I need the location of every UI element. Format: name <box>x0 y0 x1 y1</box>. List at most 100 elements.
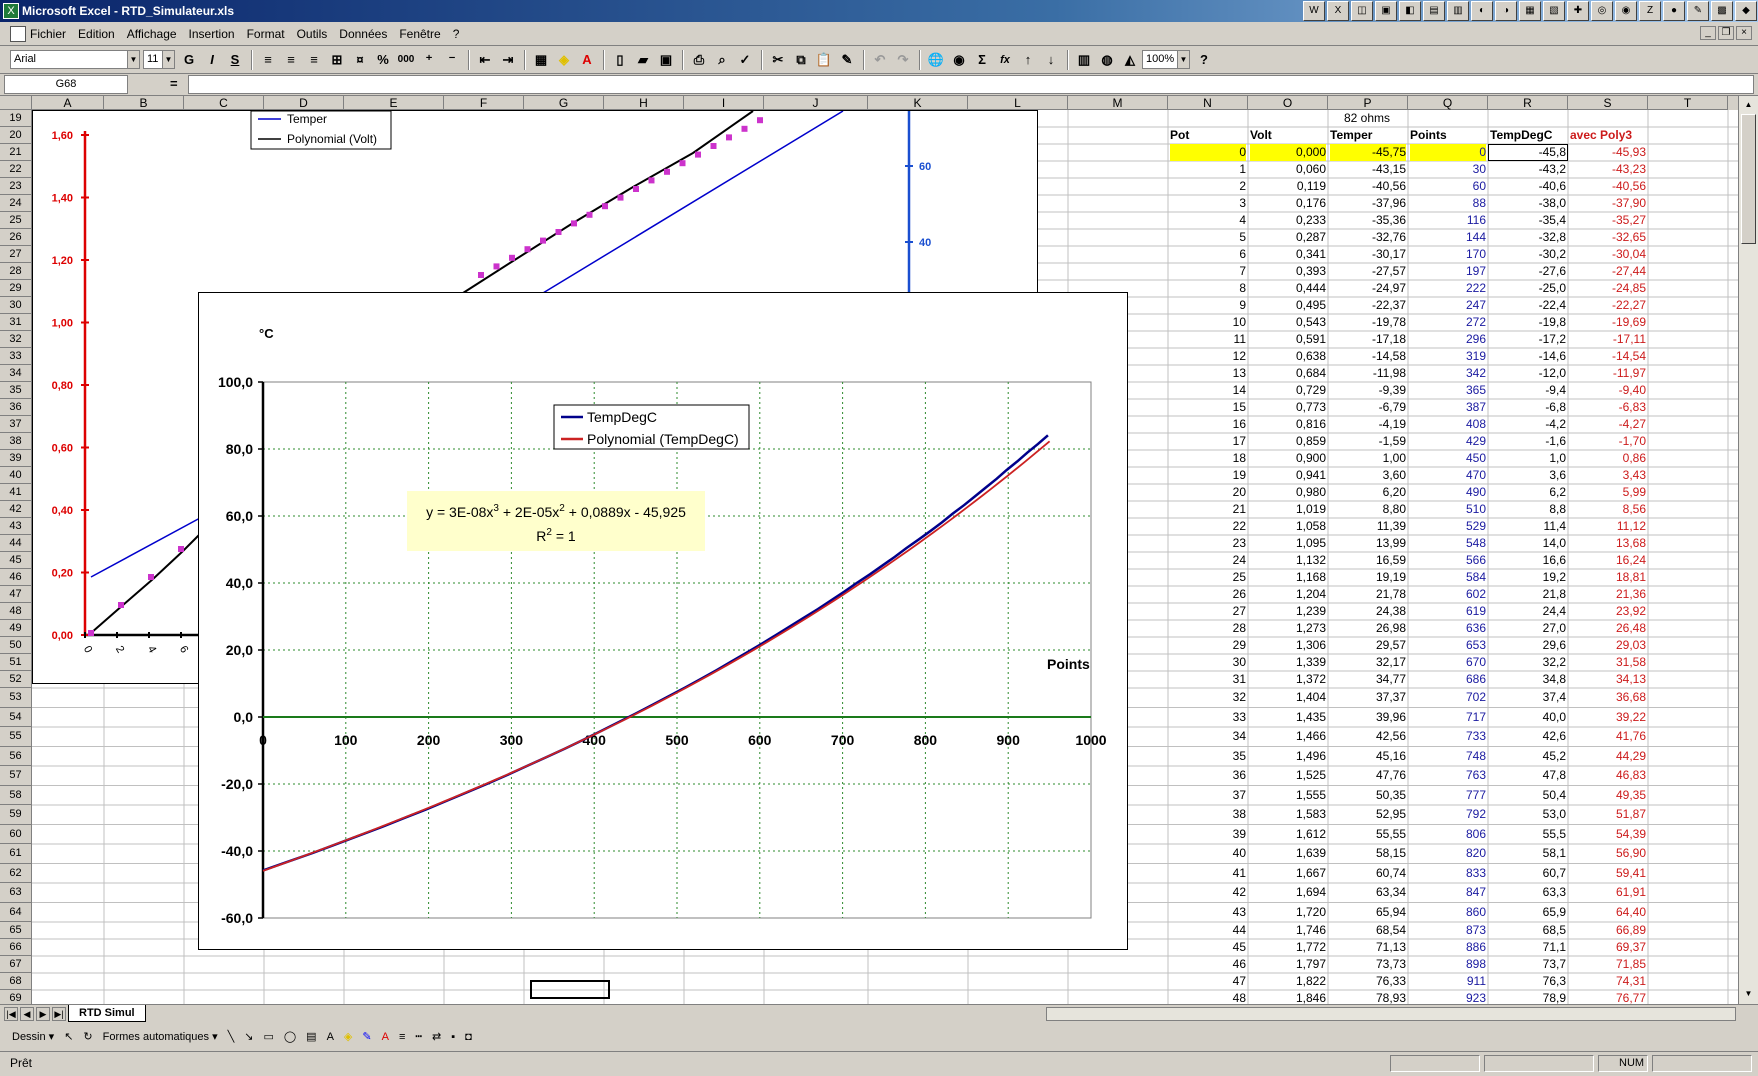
italic-button[interactable]: I <box>201 49 223 71</box>
app-icon[interactable]: ▧ <box>1543 1 1565 21</box>
row-header[interactable]: 67 <box>0 956 32 973</box>
web-toolbar-icon[interactable]: ◉ <box>948 49 970 71</box>
dash-style-icon[interactable]: ┅ <box>415 1030 422 1043</box>
column-header[interactable]: R <box>1488 96 1568 110</box>
row-header[interactable]: 68 <box>0 973 32 990</box>
merge-center-icon[interactable]: ⊞ <box>326 49 348 71</box>
app-icon[interactable]: ▦ <box>1519 1 1541 21</box>
column-header[interactable]: D <box>264 96 344 110</box>
app-icon[interactable]: ◉ <box>1615 1 1637 21</box>
formula-input[interactable] <box>188 75 1754 94</box>
excel-icon[interactable]: X <box>1327 1 1349 21</box>
arrow-style-icon[interactable]: ⇄ <box>432 1030 441 1043</box>
menu-item[interactable]: Fenêtre <box>399 27 440 41</box>
first-sheet-icon[interactable]: |◀ <box>4 1007 18 1021</box>
menu-item[interactable]: Outils <box>297 27 328 41</box>
menu-item[interactable]: ? <box>453 27 460 41</box>
minimize-icon[interactable]: _ <box>1700 26 1716 40</box>
row-header[interactable]: 62 <box>0 863 32 883</box>
formula-equals[interactable]: = <box>170 76 178 91</box>
word-icon[interactable]: W <box>1303 1 1325 21</box>
app-icon[interactable]: ◧ <box>1399 1 1421 21</box>
menu-item[interactable]: Format <box>247 27 285 41</box>
map-icon[interactable]: ◍ <box>1096 49 1118 71</box>
textbox-icon[interactable]: ▤ <box>306 1030 316 1043</box>
row-header[interactable]: 42 <box>0 501 32 518</box>
excel-icon[interactable]: X <box>3 3 19 19</box>
zoom-select[interactable]: 100% ▼ <box>1142 50 1190 69</box>
rotate-icon[interactable]: ↻ <box>83 1030 92 1043</box>
column-header[interactable]: S <box>1568 96 1648 110</box>
fill-color-icon[interactable]: ◈ <box>344 1030 352 1043</box>
app-icon[interactable]: ▣ <box>1375 1 1397 21</box>
column-header[interactable]: A <box>32 96 104 110</box>
scroll-thumb[interactable] <box>1741 114 1756 244</box>
format-painter-icon[interactable]: ✎ <box>836 49 858 71</box>
menu-item[interactable]: Affichage <box>127 27 177 41</box>
menu-item[interactable]: Données <box>339 27 387 41</box>
app-icon[interactable]: ◆ <box>1735 1 1757 21</box>
prev-sheet-icon[interactable]: ◀ <box>20 1007 34 1021</box>
align-right-icon[interactable]: ≡ <box>303 49 325 71</box>
hyperlink-icon[interactable]: 🌐 <box>925 49 947 71</box>
row-header[interactable]: 26 <box>0 229 32 246</box>
app-icon[interactable]: ◎ <box>1591 1 1613 21</box>
row-header[interactable]: 56 <box>0 746 32 766</box>
corner-select[interactable] <box>0 96 32 110</box>
copy-icon[interactable]: ⧉ <box>790 49 812 71</box>
restore-icon[interactable]: ❐ <box>1718 26 1734 40</box>
close-icon[interactable]: × <box>1736 26 1752 40</box>
row-header[interactable]: 66 <box>0 939 32 956</box>
sort-descending-icon[interactable]: ↓ <box>1040 49 1062 71</box>
row-header[interactable]: 33 <box>0 348 32 365</box>
row-header[interactable]: 43 <box>0 518 32 535</box>
row-header[interactable]: 46 <box>0 569 32 586</box>
row-header[interactable]: 57 <box>0 766 32 786</box>
select-arrow-icon[interactable]: ↖ <box>64 1030 73 1043</box>
autoshapes-menu[interactable]: Formes automatiques ▾ <box>103 1030 218 1043</box>
chevron-down-icon[interactable]: ▼ <box>1177 51 1189 68</box>
chart-tempdegc[interactable]: 100,080,060,040,020,00,0-20,0-40,0-60,00… <box>198 292 1128 950</box>
open-folder-icon[interactable]: ▰ <box>632 49 654 71</box>
row-header[interactable]: 23 <box>0 178 32 195</box>
help-icon[interactable]: ? <box>1193 49 1215 71</box>
row-header[interactable]: 35 <box>0 382 32 399</box>
autosum-button[interactable]: Σ <box>971 49 993 71</box>
column-header[interactable]: K <box>868 96 968 110</box>
row-header[interactable]: 38 <box>0 433 32 450</box>
column-header[interactable]: J <box>764 96 868 110</box>
row-header[interactable]: 63 <box>0 883 32 903</box>
currency-icon[interactable]: ¤ <box>349 49 371 71</box>
column-header[interactable]: E <box>344 96 444 110</box>
column-header[interactable]: F <box>444 96 524 110</box>
align-left-icon[interactable]: ≡ <box>257 49 279 71</box>
name-box[interactable]: G68 <box>4 75 128 94</box>
paste-icon[interactable]: 📋 <box>813 49 835 71</box>
app-icon[interactable]: ◐ <box>1471 1 1493 21</box>
dessin-menu[interactable]: Dessin ▾ <box>12 1030 54 1043</box>
row-header[interactable]: 45 <box>0 552 32 569</box>
row-header[interactable]: 37 <box>0 416 32 433</box>
app-icon[interactable]: ▥ <box>1447 1 1469 21</box>
borders-icon[interactable]: ▦ <box>530 49 552 71</box>
indent-icon[interactable]: ⇥ <box>497 49 519 71</box>
undo-icon[interactable]: ↶ <box>869 49 891 71</box>
align-center-icon[interactable]: ≡ <box>280 49 302 71</box>
new-document-icon[interactable]: ▯ <box>609 49 631 71</box>
column-header[interactable]: Q <box>1408 96 1488 110</box>
horizontal-scrollbar[interactable] <box>1046 1007 1736 1021</box>
row-header[interactable]: 59 <box>0 805 32 825</box>
scroll-down-icon[interactable]: ▼ <box>1741 986 1756 1001</box>
row-header[interactable]: 28 <box>0 263 32 280</box>
column-header[interactable]: O <box>1248 96 1328 110</box>
line-color-icon[interactable]: ✎ <box>362 1030 371 1043</box>
sort-ascending-icon[interactable]: ↑ <box>1017 49 1039 71</box>
row-header[interactable]: 31 <box>0 314 32 331</box>
column-header[interactable]: B <box>104 96 184 110</box>
row-header[interactable]: 65 <box>0 922 32 939</box>
column-header[interactable]: C <box>184 96 264 110</box>
wordart-icon[interactable]: A <box>327 1031 334 1043</box>
print-preview-icon[interactable]: ⌕ <box>711 49 733 71</box>
column-header[interactable]: N <box>1168 96 1248 110</box>
app-icon[interactable]: ✚ <box>1567 1 1589 21</box>
